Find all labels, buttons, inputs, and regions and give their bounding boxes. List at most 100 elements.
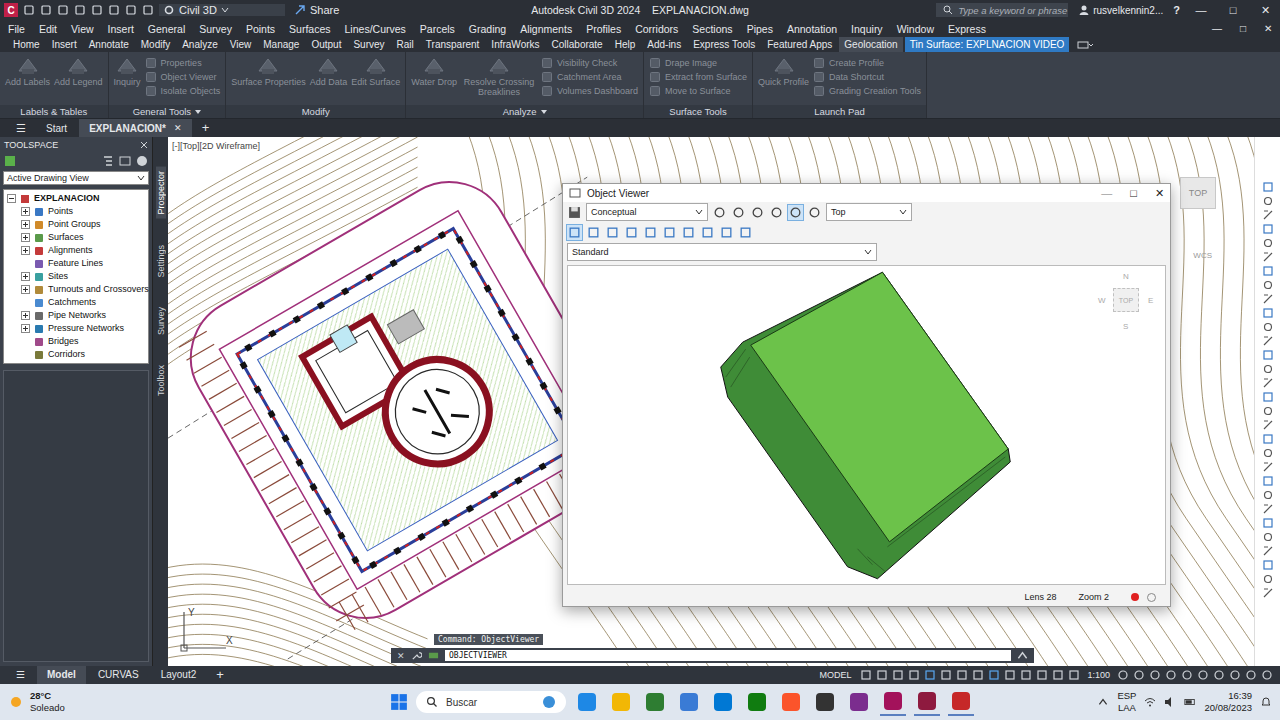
ribbon-group-title[interactable]: General Tools bbox=[109, 105, 226, 118]
ribbon-group-title[interactable]: Labels & Tables bbox=[0, 105, 108, 118]
weather-widget[interactable]: 28°CSoleado bbox=[8, 690, 308, 714]
clock[interactable]: 16:3920/08/2023 bbox=[1204, 690, 1252, 714]
ribbon-tab[interactable]: Output bbox=[306, 37, 346, 52]
ribbon-tool[interactable]: Data Shortcut bbox=[813, 71, 921, 83]
record-indicator[interactable] bbox=[1131, 593, 1139, 601]
ribbon-group-title[interactable]: Modify bbox=[226, 105, 405, 118]
navigation-tool-icon[interactable] bbox=[1262, 517, 1274, 529]
command-line[interactable]: ✕OBJECTVIEWER bbox=[391, 648, 1034, 663]
globe-icon[interactable] bbox=[738, 225, 753, 240]
status-tool-icon[interactable] bbox=[1148, 669, 1162, 681]
visual-style-dropdown[interactable]: Conceptual bbox=[586, 203, 708, 221]
expander-icon[interactable] bbox=[21, 311, 30, 320]
taskbar-app-icon[interactable] bbox=[574, 689, 600, 715]
tree-item[interactable]: Corridors bbox=[4, 348, 148, 361]
zoom-realtime-icon[interactable] bbox=[700, 225, 715, 240]
navigation-tool-icon[interactable] bbox=[1262, 209, 1274, 221]
status-toggle-icon[interactable] bbox=[859, 669, 873, 681]
ribbon-group-title[interactable]: Surface Tools bbox=[644, 105, 752, 118]
window-control[interactable]: ✕ bbox=[1254, 4, 1276, 17]
ribbon-tool[interactable]: Isolate Objects bbox=[145, 85, 221, 97]
ribbon-tool[interactable]: Move to Surface bbox=[649, 85, 747, 97]
expander-icon[interactable] bbox=[7, 194, 16, 203]
orbit-icon[interactable] bbox=[750, 205, 765, 220]
menu-item[interactable]: Annotation bbox=[787, 23, 837, 35]
navigation-tool-icon[interactable] bbox=[1262, 573, 1274, 585]
object-viewer-title-bar[interactable]: Object Viewer—□✕ bbox=[563, 184, 1170, 202]
box-icon[interactable] bbox=[586, 225, 601, 240]
menu-item[interactable]: Parcels bbox=[420, 23, 455, 35]
navigation-tool-icon[interactable] bbox=[1262, 559, 1274, 571]
ribbon-tool[interactable]: Edit Surface bbox=[351, 55, 400, 87]
expander-icon[interactable] bbox=[21, 220, 30, 229]
save-as-icon[interactable] bbox=[74, 4, 86, 16]
taskbar-app-icon[interactable] bbox=[948, 688, 974, 716]
navigation-tool-icon[interactable] bbox=[1262, 265, 1274, 277]
app-logo[interactable]: C bbox=[4, 3, 18, 17]
menu-item[interactable]: Lines/Curves bbox=[345, 23, 406, 35]
taskbar-app-icon[interactable] bbox=[914, 688, 940, 716]
menu-item[interactable]: Edit bbox=[39, 23, 57, 35]
navigation-tool-icon[interactable] bbox=[1262, 279, 1274, 291]
status-tool-icon[interactable] bbox=[1196, 669, 1210, 681]
menu-item[interactable]: Points bbox=[246, 23, 275, 35]
zoom-all-icon[interactable] bbox=[719, 225, 734, 240]
cube-icon[interactable] bbox=[567, 225, 582, 240]
navigation-tool-icon[interactable] bbox=[1262, 391, 1274, 403]
view-dropdown[interactable]: Active Drawing View bbox=[3, 171, 149, 185]
model-space-toggle[interactable]: MODEL bbox=[813, 666, 857, 684]
menu-item[interactable]: Insert bbox=[108, 23, 134, 35]
status-toggle-icon[interactable] bbox=[1067, 669, 1081, 681]
status-tool-icon[interactable] bbox=[1132, 669, 1146, 681]
expander-icon[interactable] bbox=[21, 285, 30, 294]
navigation-tool-icon[interactable] bbox=[1262, 251, 1274, 263]
ribbon-tab[interactable]: Tin Surface: EXPLNACION VIDEO bbox=[905, 37, 1070, 52]
window-control[interactable]: ✕ bbox=[1155, 187, 1164, 200]
taskbar-app-icon[interactable] bbox=[676, 689, 702, 715]
tree-item[interactable]: Bridges bbox=[4, 335, 148, 348]
ribbon-tab[interactable]: Add-ins bbox=[642, 37, 686, 52]
ribbon-tool[interactable]: Resolve Crossing Breaklines bbox=[461, 55, 537, 97]
ribbon-tool[interactable]: Drape Image bbox=[649, 57, 747, 69]
ribbon-tab[interactable]: Rail bbox=[392, 37, 419, 52]
ribbon-tool[interactable]: Properties bbox=[145, 57, 221, 69]
document-tab[interactable]: Start bbox=[36, 119, 77, 137]
menu-item[interactable]: Alignments bbox=[520, 23, 572, 35]
ribbon-tab[interactable]: Analyze bbox=[177, 37, 223, 52]
navigation-tool-icon[interactable] bbox=[1262, 237, 1274, 249]
tree-item[interactable]: Pipe Networks bbox=[4, 309, 148, 322]
object-viewer-viewcube[interactable]: NWTOPES bbox=[1096, 270, 1156, 334]
window-control[interactable]: — bbox=[1190, 4, 1212, 16]
zoom-icon[interactable] bbox=[731, 205, 746, 220]
viewcube[interactable]: TOP bbox=[1180, 177, 1216, 209]
navigation-tool-icon[interactable] bbox=[1262, 293, 1274, 305]
taskbar-app-icon[interactable] bbox=[642, 689, 668, 715]
ribbon-tab[interactable]: View bbox=[225, 37, 257, 52]
status-toggle-icon[interactable] bbox=[875, 669, 889, 681]
help-icon[interactable] bbox=[136, 155, 148, 167]
status-toggle-icon[interactable] bbox=[907, 669, 921, 681]
surface-icon[interactable] bbox=[4, 155, 16, 167]
windows-start-icon[interactable] bbox=[390, 693, 408, 711]
ribbon-tool[interactable]: Visibility Check bbox=[541, 57, 638, 69]
ribbon-tab[interactable]: InfraWorks bbox=[486, 37, 544, 52]
command-input[interactable]: OBJECTVIEWER bbox=[445, 650, 1011, 661]
save-icon[interactable] bbox=[567, 205, 582, 220]
layout-tab[interactable]: Model bbox=[37, 666, 86, 684]
navigation-tool-icon[interactable] bbox=[1262, 503, 1274, 515]
document-control[interactable]: ✕ bbox=[1264, 23, 1272, 34]
menu-item[interactable]: File bbox=[8, 23, 25, 35]
layout-tab[interactable]: CURVAS bbox=[88, 666, 149, 684]
taskbar-app-icon[interactable] bbox=[846, 689, 872, 715]
window-control[interactable]: □ bbox=[1222, 4, 1244, 16]
volume-icon[interactable] bbox=[1164, 696, 1176, 708]
status-toggle-icon[interactable] bbox=[1035, 669, 1049, 681]
ribbon-tab[interactable]: Featured Apps bbox=[762, 37, 837, 52]
print-icon[interactable] bbox=[108, 4, 120, 16]
new-icon[interactable] bbox=[23, 4, 35, 16]
navigation-tool-icon[interactable] bbox=[1262, 307, 1274, 319]
new-layout-button[interactable]: + bbox=[208, 666, 232, 684]
workspace-dropdown[interactable]: Civil 3D bbox=[159, 4, 285, 16]
expander-icon[interactable] bbox=[21, 272, 30, 281]
menu-item[interactable]: Grading bbox=[469, 23, 506, 35]
